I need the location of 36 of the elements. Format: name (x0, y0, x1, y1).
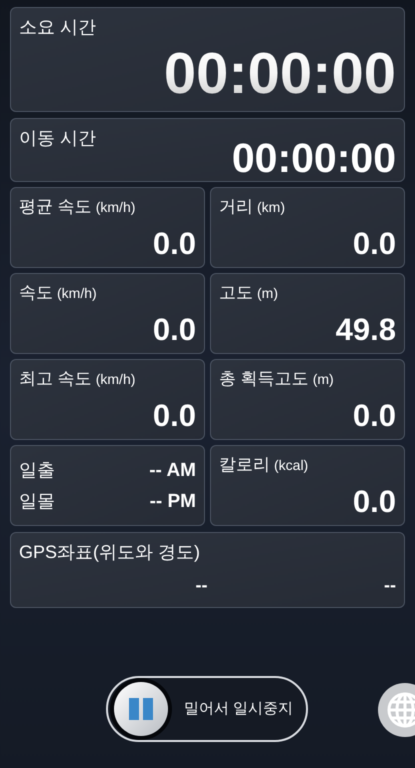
sun-time: -- AM (149, 460, 196, 480)
stat-value: 0.0 (152, 400, 196, 431)
stat-label: 칼로리 (219, 454, 270, 476)
slide-to-pause-label: 밀어서 일시중지 (184, 698, 294, 719)
longitude-value: -- (383, 574, 396, 596)
stat-value: 0.0 (352, 486, 396, 517)
stat-label: 속도 (19, 282, 53, 304)
sun-time: -- PM (150, 492, 196, 510)
moving-time-value: 00:00:00 (232, 138, 396, 178)
stat-value: 0.0 (152, 314, 196, 345)
stat-unit: (km/h) (57, 285, 97, 302)
stat-label: 거리 (219, 196, 253, 218)
stat-unit: (m) (312, 371, 334, 388)
stat-value: 49.8 (336, 314, 396, 345)
sun-label: 일몰 (19, 492, 55, 510)
stat-label: 고도 (219, 282, 253, 304)
pause-knob[interactable] (114, 682, 168, 736)
sun-label: 일출 (19, 461, 55, 479)
stat-unit: (km/h) (96, 371, 136, 388)
latitude-value: -- (194, 574, 208, 596)
elapsed-time-label: 소요 시간 (19, 16, 98, 38)
stat-label: 평균 속도 (19, 196, 92, 218)
stat-unit: (kcal) (274, 457, 308, 474)
stat-value: 0.0 (352, 228, 396, 259)
stat-value: 0.0 (152, 228, 196, 259)
stat-unit: (km) (257, 199, 285, 216)
moving-time-label: 이동 시간 (19, 127, 98, 150)
pause-icon (129, 698, 153, 720)
stat-label: 최고 속도 (19, 368, 92, 390)
stat-unit: (km/h) (96, 199, 136, 216)
globe-icon[interactable] (378, 683, 415, 737)
slide-to-pause-control[interactable]: 밀어서 일시중지 (106, 676, 308, 742)
gps-label: GPS좌표(위도와 경도) (19, 541, 202, 564)
stat-unit: (m) (257, 285, 278, 302)
stat-label: 총 획득고도 (219, 368, 309, 390)
stat-value: 0.0 (352, 400, 396, 431)
